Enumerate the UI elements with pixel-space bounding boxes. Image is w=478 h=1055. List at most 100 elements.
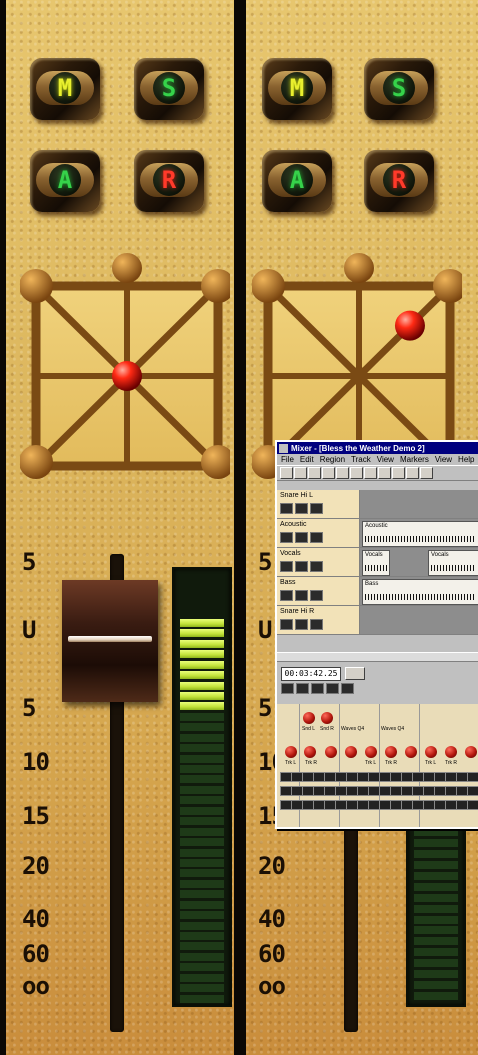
menu-track[interactable]: Track — [351, 455, 371, 464]
meter-segment — [180, 744, 224, 753]
audio-clip[interactable]: Acoustic — [362, 521, 478, 547]
track-lane[interactable]: Bass — [360, 577, 478, 605]
track-row[interactable]: Snare Hi R — [277, 606, 478, 635]
forward-icon[interactable] — [341, 683, 354, 694]
fader-handle[interactable] — [62, 580, 158, 702]
cut-icon[interactable] — [336, 467, 349, 479]
context-help-icon[interactable] — [420, 467, 433, 479]
track-arm-button[interactable] — [310, 532, 323, 543]
mixer-channel-button[interactable] — [467, 786, 478, 796]
level-meter — [406, 820, 466, 1007]
audio-clip[interactable]: Vocals — [362, 550, 390, 576]
track-row[interactable]: Snare Hi L — [277, 490, 478, 519]
meter-segment — [180, 660, 224, 669]
rewind-icon[interactable] — [281, 683, 294, 694]
print-icon[interactable] — [322, 467, 335, 479]
auto-button[interactable]: A — [30, 150, 100, 212]
menu-region[interactable]: Region — [320, 455, 345, 464]
track-solo-button[interactable] — [295, 532, 308, 543]
copy-icon[interactable] — [350, 467, 363, 479]
pan-knob[interactable] — [465, 746, 477, 758]
send-knob[interactable] — [321, 712, 333, 724]
mixer-channel-button[interactable] — [467, 800, 478, 810]
audio-clip[interactable]: Vocals — [428, 550, 478, 576]
track-mute-button[interactable] — [280, 619, 293, 630]
save-icon[interactable] — [308, 467, 321, 479]
record-button[interactable]: R — [364, 150, 434, 212]
pan-knob[interactable] — [285, 746, 297, 758]
track-arm-button[interactable] — [310, 561, 323, 572]
track-solo-button[interactable] — [295, 561, 308, 572]
meter-segment — [414, 828, 458, 836]
pan-knob[interactable] — [445, 746, 457, 758]
mixer-channel-button[interactable] — [467, 772, 478, 782]
meter-segment — [180, 827, 224, 836]
undo-icon[interactable] — [378, 467, 391, 479]
menu-help[interactable]: Help — [458, 455, 474, 464]
track-arm-button[interactable] — [310, 503, 323, 514]
pan-knob[interactable] — [365, 746, 377, 758]
track-mute-button[interactable] — [280, 590, 293, 601]
menu-view[interactable]: View — [377, 455, 394, 464]
meter-segment — [180, 942, 224, 951]
scale-label: oo — [22, 972, 50, 1000]
solo-button[interactable]: S — [134, 58, 204, 120]
mute-button[interactable]: M — [30, 58, 100, 120]
new-icon[interactable] — [280, 467, 293, 479]
pan-knob[interactable] — [385, 746, 397, 758]
track-arm-button[interactable] — [310, 619, 323, 630]
track-name: Snare Hi R — [280, 608, 315, 615]
meter-segment — [180, 639, 224, 648]
audio-clip[interactable]: Bass — [362, 579, 478, 605]
pan-knob[interactable] — [304, 746, 316, 758]
waveform — [365, 565, 387, 571]
pan-position-marker[interactable] — [112, 361, 142, 391]
strip-divider — [234, 0, 246, 1055]
track-solo-button[interactable] — [295, 503, 308, 514]
paste-icon[interactable] — [364, 467, 377, 479]
solo-button[interactable]: S — [364, 58, 434, 120]
pan-knob[interactable] — [345, 746, 357, 758]
window-titlebar[interactable]: Mixer - [Bless the Weather Demo 2] — [277, 442, 478, 454]
mixer-app-window[interactable]: Mixer - [Bless the Weather Demo 2] File … — [275, 440, 478, 829]
open-icon[interactable] — [294, 467, 307, 479]
send-knob[interactable] — [303, 712, 315, 724]
auto-button[interactable]: A — [262, 150, 332, 212]
play-icon[interactable] — [311, 683, 324, 694]
track-row[interactable]: Bass Bass — [277, 577, 478, 606]
track-arm-button[interactable] — [310, 590, 323, 601]
track-mute-button[interactable] — [280, 532, 293, 543]
menu-markers[interactable]: Markers — [400, 455, 429, 464]
track-lane[interactable]: Acoustic — [360, 519, 478, 547]
surround-panner[interactable] — [20, 252, 230, 482]
system-menu-icon[interactable] — [279, 443, 288, 453]
track-solo-button[interactable] — [295, 590, 308, 601]
pan-knob[interactable] — [325, 746, 337, 758]
track-lane[interactable] — [360, 490, 478, 518]
track-row[interactable]: Vocals Vocals Vocals — [277, 548, 478, 577]
time-format-button[interactable] — [345, 667, 365, 680]
menu-file[interactable]: File — [281, 455, 294, 464]
help-icon[interactable] — [406, 467, 419, 479]
track-lane[interactable]: Vocals Vocals — [360, 548, 478, 576]
scale-label: 5 — [22, 694, 36, 722]
pan-knob[interactable] — [425, 746, 437, 758]
pan-knob[interactable] — [405, 746, 417, 758]
track-lane[interactable] — [360, 606, 478, 634]
track-solo-button[interactable] — [295, 619, 308, 630]
meter-segment — [180, 858, 224, 867]
track-mute-button[interactable] — [280, 503, 293, 514]
menu-bar: File Edit Region Track View Markers View… — [277, 454, 478, 465]
track-mute-button[interactable] — [280, 561, 293, 572]
redo-icon[interactable] — [392, 467, 405, 479]
stop-icon[interactable] — [296, 683, 309, 694]
mixer-label: Trk L — [425, 760, 437, 766]
record-button[interactable]: R — [134, 150, 204, 212]
pan-position-marker[interactable] — [394, 310, 425, 341]
track-row[interactable]: Acoustic Acoustic — [277, 519, 478, 548]
menu-edit[interactable]: Edit — [300, 455, 314, 464]
mute-button[interactable]: M — [262, 58, 332, 120]
horizontal-scrollbar[interactable] — [277, 653, 478, 662]
record-icon[interactable] — [326, 683, 339, 694]
menu-view-2[interactable]: View — [435, 455, 452, 464]
